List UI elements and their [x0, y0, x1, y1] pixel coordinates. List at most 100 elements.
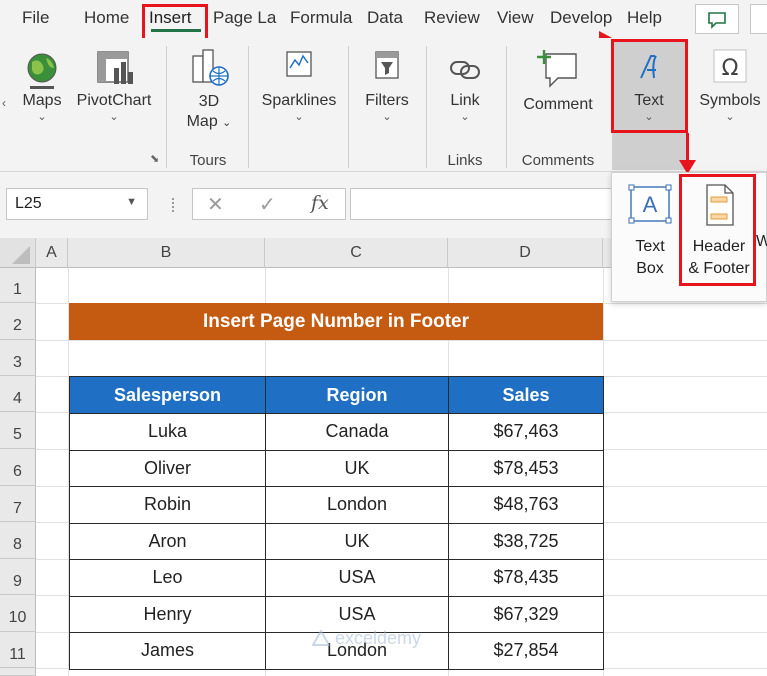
header-region[interactable]: Region [265, 376, 449, 414]
table-row: Leo USA $78,435 [69, 559, 604, 597]
pivotchart-icon [97, 51, 133, 84]
sparklines-button[interactable]: Sparklines ⌄ [258, 46, 340, 124]
select-all-corner[interactable] [0, 238, 36, 268]
cell-salesperson[interactable]: Henry [69, 595, 266, 633]
cell-region[interactable]: UK [265, 522, 449, 560]
sparklines-label: Sparklines [261, 92, 337, 109]
cell-sales[interactable]: $67,463 [448, 413, 604, 451]
tab-developer[interactable]: Develop [550, 6, 616, 32]
comment-button[interactable]: Comment [514, 46, 602, 114]
table-row: Aron UK $38,725 [69, 522, 604, 560]
cancel-icon[interactable]: ✕ [207, 192, 224, 217]
sales-table: Salesperson Region Sales Luka Canada $67… [69, 376, 604, 670]
enter-icon[interactable]: ✓ [259, 192, 276, 217]
header-salesperson[interactable]: Salesperson [69, 376, 266, 414]
tab-home[interactable]: Home [84, 6, 134, 32]
group-separator [426, 46, 427, 168]
filter-icon [375, 51, 399, 79]
cell-salesperson[interactable]: Aron [69, 522, 266, 560]
cell-sales[interactable]: $78,435 [448, 559, 604, 597]
globe-map-icon [27, 53, 57, 89]
insert-function-icon[interactable]: fx [311, 192, 329, 214]
formula-input[interactable] [350, 188, 612, 220]
new-comment-icon [537, 50, 577, 88]
table-row: Robin London $48,763 [69, 486, 604, 524]
3d-map-label-line2: Map ⌄ [186, 113, 232, 130]
chevron-down-icon[interactable]: ▼ [126, 196, 137, 208]
cell-region[interactable]: USA [265, 559, 449, 597]
table-row: Oliver UK $78,453 [69, 449, 604, 487]
chevron-down-icon: ⌄ [460, 111, 470, 123]
comments-button[interactable] [695, 4, 739, 34]
cell-region[interactable]: Canada [265, 413, 449, 451]
maps-button[interactable]: Maps ⌄ [18, 46, 66, 124]
cell-sales[interactable]: $78,453 [448, 449, 604, 487]
row-header-1[interactable]: 1 [0, 268, 36, 303]
text-box-button[interactable]: A Text Box [624, 181, 676, 280]
group-separator [506, 46, 507, 168]
name-box[interactable]: L25 ▼ [6, 188, 148, 220]
share-button[interactable] [750, 4, 767, 34]
watermark-logo-icon [311, 628, 331, 646]
chevron-down-icon: ⌄ [109, 111, 119, 123]
arrow-line-vertical [686, 133, 689, 163]
symbols-label: Symbols [699, 92, 761, 109]
tab-help[interactable]: Help [627, 6, 669, 32]
symbols-button[interactable]: Ω Symbols ⌄ [694, 46, 766, 124]
row-header-7[interactable]: 7 [0, 486, 36, 522]
pivotchart-label: PivotChart [76, 92, 152, 109]
tab-view[interactable]: View [497, 6, 539, 32]
cell-sales[interactable]: $67,329 [448, 595, 604, 633]
wordart-button-partial[interactable]: W [756, 231, 767, 253]
cell-sales[interactable]: $48,763 [448, 486, 604, 524]
row-header-4[interactable]: 4 [0, 376, 36, 412]
cell-region[interactable]: UK [265, 449, 449, 487]
tab-page-layout[interactable]: Page La [213, 6, 281, 32]
row-header-3[interactable]: 3 [0, 340, 36, 376]
group-separator [166, 46, 167, 168]
ribbon-scroll-left-icon[interactable]: ‹ [2, 96, 6, 110]
cell-salesperson[interactable]: Oliver [69, 449, 266, 487]
splitter-handle[interactable] [172, 198, 175, 212]
header-sales[interactable]: Sales [448, 376, 604, 414]
3d-map-button[interactable]: 3D Map ⌄ [178, 46, 240, 133]
row-header-6[interactable]: 6 [0, 449, 36, 486]
3d-map-icon [192, 49, 229, 86]
column-header-b[interactable]: B [68, 238, 265, 268]
link-label: Link [450, 92, 480, 109]
tab-data[interactable]: Data [367, 6, 409, 32]
maps-label: Maps [22, 92, 62, 109]
chevron-down-icon: ⌄ [382, 111, 392, 123]
column-header-a[interactable]: A [36, 238, 68, 268]
cell-sales[interactable]: $38,725 [448, 522, 604, 560]
filters-label: Filters [365, 92, 409, 109]
column-header-c[interactable]: C [265, 238, 448, 268]
table-row: Luka Canada $67,463 [69, 413, 604, 451]
row-header-12[interactable] [0, 668, 36, 676]
cell-salesperson[interactable]: Leo [69, 559, 266, 597]
tab-review[interactable]: Review [424, 6, 484, 32]
filters-button[interactable]: Filters ⌄ [356, 46, 418, 124]
group-label-tours: Tours [189, 152, 227, 169]
row-header-9[interactable]: 9 [0, 559, 36, 595]
row-header-10[interactable]: 10 [0, 595, 36, 632]
select-all-triangle-icon [12, 246, 30, 264]
row-header-2[interactable]: 2 [0, 303, 36, 340]
comment-label: Comment [523, 96, 593, 113]
cell-region[interactable]: London [265, 486, 449, 524]
column-header-d[interactable]: D [448, 238, 603, 268]
tab-file[interactable]: File [22, 6, 52, 32]
cell-sales[interactable]: $27,854 [448, 632, 604, 670]
link-button[interactable]: Link ⌄ [436, 46, 494, 124]
cell-salesperson[interactable]: Robin [69, 486, 266, 524]
row-header-8[interactable]: 8 [0, 522, 36, 559]
tab-formulas[interactable]: Formula [290, 6, 355, 32]
row-header-11[interactable]: 11 [0, 632, 36, 668]
dialog-launcher-icon[interactable]: ⬊ [150, 152, 159, 165]
cell-salesperson[interactable]: James [69, 632, 266, 670]
sheet-title[interactable]: Insert Page Number in Footer [69, 303, 603, 340]
pivotchart-button[interactable]: PivotChart ⌄ [72, 46, 156, 124]
table-header-row: Salesperson Region Sales [69, 376, 604, 414]
row-header-5[interactable]: 5 [0, 412, 36, 449]
cell-salesperson[interactable]: Luka [69, 413, 266, 451]
